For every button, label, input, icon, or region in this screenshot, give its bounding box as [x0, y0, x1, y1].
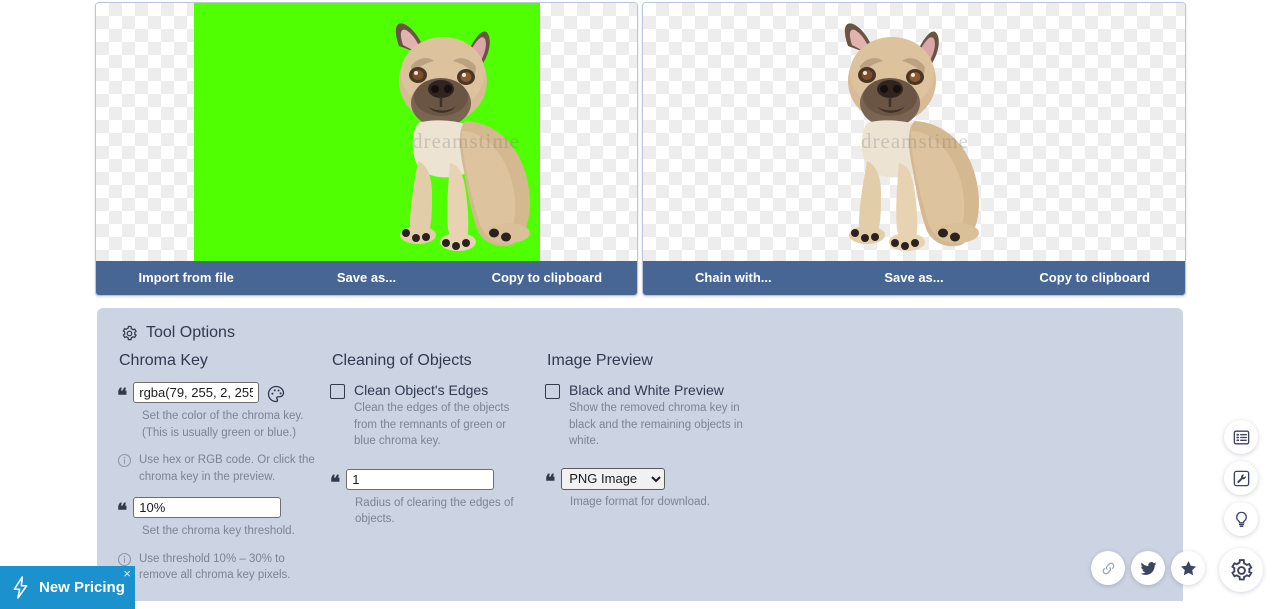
gear-icon — [121, 325, 138, 342]
source-action-bar: Import from file Save as... Copy to clip… — [96, 261, 637, 295]
image-preview-title: Image Preview — [547, 352, 653, 369]
radius-row: ❝ — [330, 468, 545, 494]
result-preview-panel: dreamstime Chain with... Save as... Copy… — [642, 2, 1186, 296]
threshold-info-row: Use threshold 10% – 30% to remove all ch… — [117, 550, 330, 584]
twitter-icon-button[interactable] — [1131, 551, 1165, 585]
info-icon — [117, 552, 132, 567]
lightning-bolt-icon — [10, 575, 31, 600]
result-canvas[interactable]: dreamstime — [643, 3, 1185, 263]
list-icon — [1233, 429, 1249, 445]
save-as-button[interactable]: Save as... — [824, 261, 1005, 295]
clean-edges-hint: Clean the edges of the objects from the … — [354, 402, 510, 447]
color-palette-icon[interactable] — [266, 384, 286, 404]
info-icon — [117, 453, 132, 468]
radius-hint: Radius of clearing the edges of objects. — [355, 496, 514, 526]
chroma-color-row: ❝ — [117, 382, 330, 406]
bw-preview-label: Black and White Preview — [569, 382, 724, 398]
tool-options-panel: Tool Options Chroma Key ❝ rgba(79, 255, … — [97, 308, 1183, 601]
radius-input[interactable] — [346, 468, 495, 490]
tool-options-header: Tool Options — [121, 324, 1163, 342]
format-row: ❝ PNG ImageJPG ImageWEBP ImageGIF ImageB… — [545, 467, 765, 493]
bw-preview-hint: Show the removed chroma key in black and… — [569, 402, 743, 447]
list-icon-button[interactable] — [1224, 420, 1258, 454]
wrench-icon — [1233, 470, 1249, 486]
twitter-icon — [1140, 561, 1156, 575]
chroma-key-column: Chroma Key ❝ Set the color of — [117, 352, 330, 586]
image-preview-column: Image Preview Black and White Preview Sh… — [545, 352, 765, 586]
wrench-icon-button[interactable] — [1224, 461, 1258, 495]
copy-to-clipboard-button[interactable]: Copy to clipboard — [457, 261, 637, 295]
chain-with-button[interactable]: Chain with... — [643, 261, 824, 295]
dog-illustration — [395, 23, 530, 251]
chroma-key-title: Chroma Key — [119, 352, 208, 369]
new-pricing-label: New Pricing — [39, 579, 125, 596]
chroma-color-input[interactable] — [133, 382, 260, 403]
clean-edges-checkbox[interactable] — [330, 384, 345, 399]
chroma-color-info-row: Use hex or RGB code. Or click the chroma… — [117, 451, 330, 485]
quote-icon: ❝ — [117, 386, 127, 407]
format-hint: Image format for download. — [570, 495, 710, 508]
new-pricing-banner[interactable]: New Pricing × — [0, 566, 135, 609]
threshold-input[interactable] — [133, 497, 282, 518]
quote-icon: ❝ — [117, 501, 127, 522]
bw-preview-checkbox[interactable] — [545, 384, 560, 399]
chroma-color-hint: Set the color of the chroma key. (This i… — [142, 410, 304, 439]
dog-illustration-cutout — [844, 23, 979, 251]
threshold-hint: Set the chroma key threshold. — [142, 525, 295, 537]
result-action-bar: Chain with... Save as... Copy to clipboa… — [643, 261, 1185, 295]
source-canvas[interactable]: dreamstime — [96, 3, 637, 263]
bulb-icon — [1235, 511, 1247, 527]
tool-options-title: Tool Options — [146, 324, 235, 341]
threshold-row: ❝ — [117, 497, 330, 521]
copy-to-clipboard-button[interactable]: Copy to clipboard — [1004, 261, 1185, 295]
save-as-button[interactable]: Save as... — [276, 261, 456, 295]
cleaning-objects-column: Cleaning of Objects Clean Object's Edges… — [330, 352, 545, 586]
dog-image-transparent: dreamstime — [815, 11, 1015, 261]
link-icon-button[interactable] — [1091, 551, 1125, 585]
dog-image: dreamstime — [366, 11, 566, 261]
clean-edges-row: Clean Object's Edges — [330, 382, 545, 399]
image-format-select[interactable]: PNG ImageJPG ImageWEBP ImageGIF ImageBMP… — [561, 467, 666, 490]
settings-gear-button[interactable] — [1219, 548, 1263, 592]
gear-icon — [1230, 558, 1253, 580]
bw-preview-row: Black and White Preview — [545, 382, 765, 399]
cleaning-objects-title: Cleaning of Objects — [332, 352, 472, 369]
star-icon — [1180, 560, 1196, 575]
source-preview-panel: dreamstime Import from file Save as... C… — [95, 2, 638, 296]
chroma-color-info: Use hex or RGB code. Or click the chroma… — [139, 454, 315, 483]
import-from-file-button[interactable]: Import from file — [96, 261, 276, 295]
star-icon-button[interactable] — [1171, 551, 1205, 585]
threshold-info: Use threshold 10% – 30% to remove all ch… — [139, 552, 291, 582]
quote-icon: ❝ — [330, 472, 340, 494]
bulb-icon-button[interactable] — [1224, 502, 1258, 536]
tool-options-columns: Chroma Key ❝ Set the color of — [117, 352, 1163, 586]
link-icon — [1102, 562, 1114, 574]
quote-icon: ❝ — [545, 471, 555, 493]
clean-edges-label: Clean Object's Edges — [354, 382, 489, 398]
close-icon[interactable]: × — [123, 567, 131, 580]
